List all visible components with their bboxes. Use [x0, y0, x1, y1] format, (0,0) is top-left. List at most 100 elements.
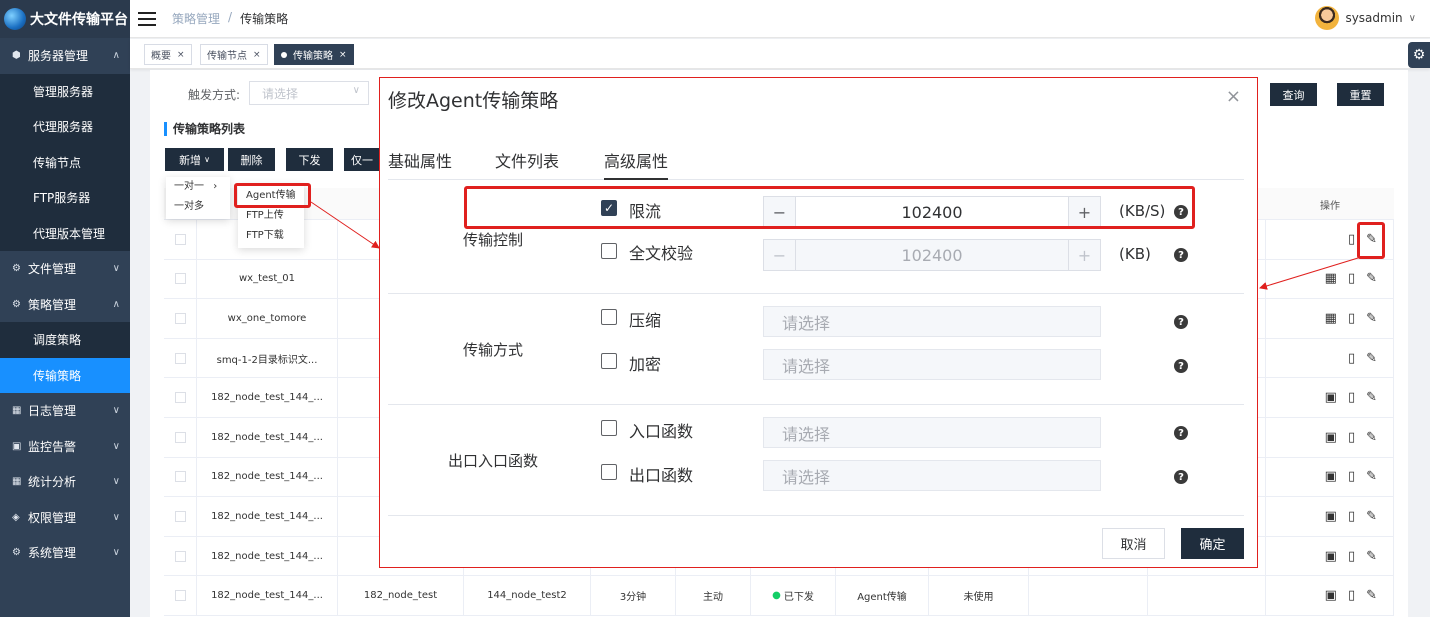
row-checkbox[interactable] — [174, 590, 186, 602]
username[interactable]: sysadmin — [1345, 11, 1402, 25]
breadcrumb-item[interactable]: 策略管理 — [172, 10, 220, 27]
row-checkbox[interactable] — [174, 471, 186, 483]
row-checkbox[interactable] — [174, 312, 186, 324]
tag-transfer-node[interactable]: 传输节点 × — [200, 44, 268, 65]
edit-icon[interactable]: ✎ — [1366, 469, 1377, 484]
sidebar-subitem[interactable]: 管理服务器 — [0, 73, 130, 109]
row-checkbox[interactable] — [174, 352, 186, 364]
deploy-button[interactable]: 下发 — [286, 148, 333, 171]
encrypt-checkbox[interactable] — [601, 353, 617, 369]
help-icon[interactable]: ? — [1174, 248, 1188, 262]
edit-icon[interactable]: ✎ — [1366, 311, 1377, 326]
divider — [388, 404, 1244, 405]
edit-icon[interactable]: ✎ — [1366, 588, 1377, 603]
checksum-checkbox[interactable] — [601, 243, 617, 259]
trigger-mode-select[interactable]: 请选择 ∨ — [249, 81, 369, 105]
row-checkbox[interactable] — [174, 550, 186, 562]
edit-icon[interactable]: ✎ — [1366, 351, 1377, 366]
entry-func-checkbox[interactable] — [601, 420, 617, 436]
tab-advanced[interactable]: 高级属性 — [604, 148, 669, 180]
tag-close-icon[interactable]: × — [253, 50, 261, 60]
caret-down-icon[interactable]: ∨ — [1409, 13, 1416, 24]
user-menu[interactable]: sysadmin ∨ — [1315, 6, 1416, 30]
tag-transfer-policy[interactable]: 传输策略 × — [274, 44, 354, 65]
tab-basic[interactable]: 基础属性 — [388, 148, 452, 180]
doc-icon[interactable]: ▯ — [1348, 430, 1355, 445]
edit-icon[interactable]: ✎ — [1366, 271, 1377, 286]
sidebar-group[interactable]: ⚙ 策略管理 ∧ — [0, 287, 130, 323]
doc-icon[interactable]: ▯ — [1348, 588, 1355, 603]
cal-icon[interactable]: ▦ — [1325, 311, 1337, 326]
sidebar-group[interactable]: ▦ 日志管理 ∨ — [0, 393, 130, 429]
doc-icon[interactable]: ▯ — [1348, 232, 1355, 247]
img-icon[interactable]: ▣ — [1325, 390, 1337, 405]
doc-icon[interactable]: ▯ — [1348, 469, 1355, 484]
hamburger-icon[interactable] — [138, 11, 156, 26]
tab-file-list[interactable]: 文件列表 — [495, 148, 559, 180]
doc-icon[interactable]: ▯ — [1348, 311, 1355, 326]
sidebar-subitem[interactable]: 传输策略 — [0, 357, 130, 393]
edit-icon[interactable]: ✎ — [1366, 509, 1377, 524]
doc-icon[interactable]: ▯ — [1348, 351, 1355, 366]
doc-icon[interactable]: ▯ — [1348, 271, 1355, 286]
sidebar-subitem[interactable]: 传输节点 — [0, 144, 130, 180]
img-icon[interactable]: ▣ — [1325, 549, 1337, 564]
settings-gear-icon[interactable]: ⚙ — [1408, 42, 1430, 68]
query-button[interactable]: 查询 — [1270, 83, 1317, 106]
sidebar-group[interactable]: ⚙ 系统管理 ∨ — [0, 535, 130, 571]
sidebar-group[interactable]: ⬢ 服务器管理 ∧ — [0, 38, 130, 74]
img-icon[interactable]: ▣ — [1325, 430, 1337, 445]
close-icon[interactable]: × — [1226, 86, 1241, 107]
row-checkbox[interactable] — [174, 392, 186, 404]
tag-close-icon[interactable]: × — [339, 50, 347, 60]
doc-icon[interactable]: ▯ — [1348, 509, 1355, 524]
doc-icon[interactable]: ▯ — [1348, 549, 1355, 564]
sidebar-group[interactable]: ◈ 权限管理 ∨ — [0, 500, 130, 536]
help-icon[interactable]: ? — [1174, 426, 1188, 440]
img-icon[interactable]: ▣ — [1325, 509, 1337, 524]
ops-column-header: 操作 — [1320, 200, 1340, 212]
exit-func-label: 出口函数 — [629, 466, 694, 485]
reset-button[interactable]: 重置 — [1337, 83, 1384, 106]
sidebar-subitem[interactable]: FTP服务器 — [0, 180, 130, 216]
menu-item-ftp-upload[interactable]: FTP上传 — [238, 206, 304, 226]
menu-item-one-to-one[interactable]: 一对一 › — [166, 177, 230, 197]
cancel-button[interactable]: 取消 — [1102, 528, 1165, 559]
compress-checkbox[interactable] — [601, 309, 617, 325]
sidebar-subitem[interactable]: 代理版本管理 — [0, 215, 130, 251]
sidebar-group[interactable]: ⚙ 文件管理 ∨ — [0, 251, 130, 287]
menu-item-ftp-download[interactable]: FTP下载 — [238, 226, 304, 246]
add-button[interactable]: 新增 ∨ — [165, 148, 224, 171]
row-checkbox[interactable] — [174, 431, 186, 443]
tag-close-icon[interactable]: × — [177, 50, 185, 60]
row-checkbox[interactable] — [174, 273, 186, 285]
help-icon[interactable]: ? — [1174, 315, 1188, 329]
delete-button[interactable]: 删除 — [228, 148, 275, 171]
avatar[interactable] — [1315, 6, 1340, 30]
sidebar-subitem[interactable]: 调度策略 — [0, 322, 130, 358]
row-select-cell — [164, 378, 197, 417]
edit-icon[interactable]: ✎ — [1366, 430, 1377, 445]
sidebar-group[interactable]: ▦ 统计分析 ∨ — [0, 464, 130, 500]
tag-overview[interactable]: 概要 × — [144, 44, 192, 65]
img-icon[interactable]: ▣ — [1325, 469, 1337, 484]
help-icon[interactable]: ? — [1174, 359, 1188, 373]
img-icon[interactable]: ▣ — [1325, 588, 1337, 603]
cal-icon[interactable]: ▦ — [1325, 271, 1337, 286]
exit-func-checkbox[interactable] — [601, 464, 617, 480]
only-button[interactable]: 仅一 — [344, 148, 380, 171]
doc-icon[interactable]: ▯ — [1348, 390, 1355, 405]
row-checkbox[interactable] — [174, 510, 186, 522]
sidebar-subitem[interactable]: 代理服务器 — [0, 109, 130, 145]
menu-item-one-to-many[interactable]: 一对多 — [166, 197, 230, 217]
checksum-input: 102400 — [795, 240, 1069, 270]
row-checkbox[interactable] — [174, 233, 186, 245]
sidebar-group[interactable]: ▣ 监控告警 ∨ — [0, 429, 130, 465]
edit-icon[interactable]: ✎ — [1366, 390, 1377, 405]
help-icon[interactable]: ? — [1174, 470, 1188, 484]
chevron-down-icon: ∨ — [204, 155, 210, 164]
confirm-button[interactable]: 确定 — [1181, 528, 1244, 559]
edit-icon[interactable]: ✎ — [1366, 549, 1377, 564]
cell-name: wx_one_tomore — [197, 299, 338, 338]
sidebar-item-label: 日志管理 — [28, 404, 77, 419]
